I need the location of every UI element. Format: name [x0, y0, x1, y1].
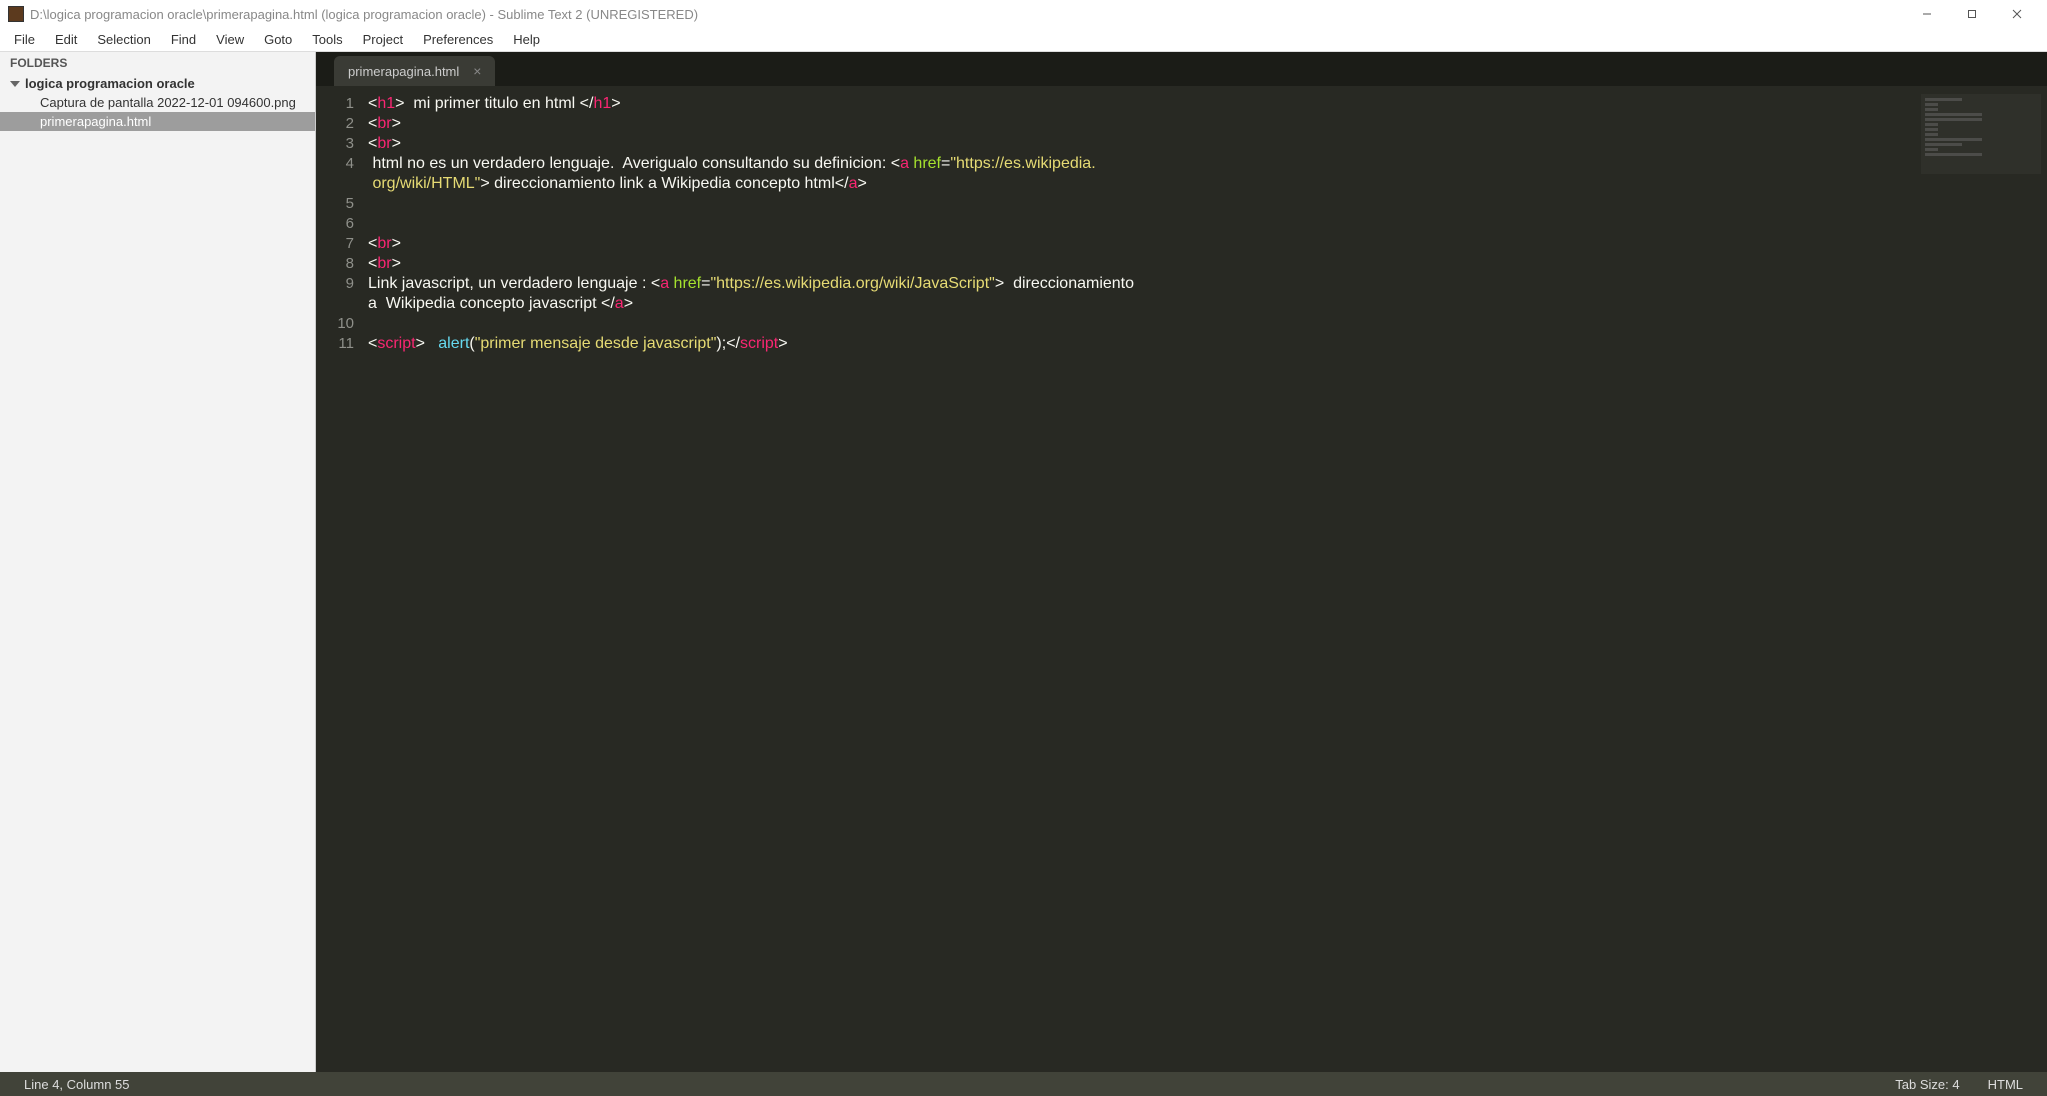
code-line[interactable]: org/wiki/HTML"> direccionamiento link a … — [368, 174, 1907, 194]
code-content[interactable]: <h1> mi primer titulo en html </h1><br><… — [368, 94, 2047, 1072]
menubar: FileEditSelectionFindViewGotoToolsProjec… — [0, 28, 2047, 52]
menu-item-find[interactable]: Find — [161, 30, 206, 49]
window-titlebar: D:\logica programacion oracle\primerapag… — [0, 0, 2047, 28]
line-number — [316, 174, 354, 194]
window-controls — [1904, 0, 2039, 28]
statusbar: Line 4, Column 55 Tab Size: 4 HTML — [0, 1072, 2047, 1096]
sidebar-header: FOLDERS — [0, 52, 315, 74]
window-title: D:\logica programacion oracle\primerapag… — [30, 7, 1904, 22]
line-number: 8 — [316, 254, 354, 274]
workspace: FOLDERS logica programacion oracle Captu… — [0, 52, 2047, 1072]
menu-item-tools[interactable]: Tools — [302, 30, 352, 49]
folder-label: logica programacion oracle — [25, 76, 195, 91]
gutter: 1234 56789 1011 — [316, 94, 368, 1072]
code-line[interactable] — [368, 194, 1907, 214]
minimap[interactable] — [1921, 94, 2041, 174]
minimize-button[interactable] — [1904, 0, 1949, 28]
code-line[interactable]: html no es un verdadero lenguaje. Averig… — [368, 154, 1907, 174]
code-line[interactable] — [368, 214, 1907, 234]
tab-label: primerapagina.html — [348, 64, 459, 79]
status-syntax[interactable]: HTML — [1974, 1077, 2037, 1092]
tabbar: primerapagina.html × — [316, 52, 2047, 86]
app-icon — [8, 6, 24, 22]
menu-item-help[interactable]: Help — [503, 30, 550, 49]
sidebar: FOLDERS logica programacion oracle Captu… — [0, 52, 316, 1072]
menu-item-goto[interactable]: Goto — [254, 30, 302, 49]
code-line[interactable]: <br> — [368, 114, 1907, 134]
line-number: 2 — [316, 114, 354, 134]
menu-item-selection[interactable]: Selection — [87, 30, 160, 49]
code-line[interactable]: <br> — [368, 134, 1907, 154]
file-list: Captura de pantalla 2022-12-01 094600.pn… — [0, 93, 315, 131]
file-row[interactable]: Captura de pantalla 2022-12-01 094600.pn… — [0, 93, 315, 112]
line-number: 10 — [316, 314, 354, 334]
line-number: 4 — [316, 154, 354, 174]
code-line[interactable]: <h1> mi primer titulo en html </h1> — [368, 94, 1907, 114]
code-line[interactable]: a Wikipedia concepto javascript </a> — [368, 294, 1907, 314]
menu-item-file[interactable]: File — [4, 30, 45, 49]
line-number: 7 — [316, 234, 354, 254]
close-button[interactable] — [1994, 0, 2039, 28]
chevron-down-icon — [10, 81, 20, 87]
code-line[interactable]: <br> — [368, 254, 1907, 274]
menu-item-preferences[interactable]: Preferences — [413, 30, 503, 49]
menu-item-project[interactable]: Project — [353, 30, 413, 49]
code-line[interactable]: <br> — [368, 234, 1907, 254]
status-tab-size[interactable]: Tab Size: 4 — [1881, 1077, 1973, 1092]
code-line[interactable] — [368, 314, 1907, 334]
close-icon[interactable]: × — [473, 63, 481, 79]
menu-item-edit[interactable]: Edit — [45, 30, 87, 49]
line-number: 11 — [316, 334, 354, 354]
line-number: 9 — [316, 274, 354, 294]
file-row[interactable]: primerapagina.html — [0, 112, 315, 131]
code-line[interactable]: <script> alert("primer mensaje desde jav… — [368, 334, 1907, 354]
folder-row[interactable]: logica programacion oracle — [0, 74, 315, 93]
line-number — [316, 294, 354, 314]
status-position[interactable]: Line 4, Column 55 — [10, 1077, 144, 1092]
editor-pane: primerapagina.html × 1234 56789 1011 <h1> … — [316, 52, 2047, 1072]
code-area[interactable]: 1234 56789 1011 <h1> mi primer titulo en h… — [316, 86, 2047, 1072]
code-line[interactable]: Link javascript, un verdadero lenguaje :… — [368, 274, 1907, 294]
line-number: 5 — [316, 194, 354, 214]
line-number: 3 — [316, 134, 354, 154]
tab-primerapagina[interactable]: primerapagina.html × — [334, 56, 495, 86]
menu-item-view[interactable]: View — [206, 30, 254, 49]
line-number: 6 — [316, 214, 354, 234]
maximize-button[interactable] — [1949, 0, 1994, 28]
line-number: 1 — [316, 94, 354, 114]
